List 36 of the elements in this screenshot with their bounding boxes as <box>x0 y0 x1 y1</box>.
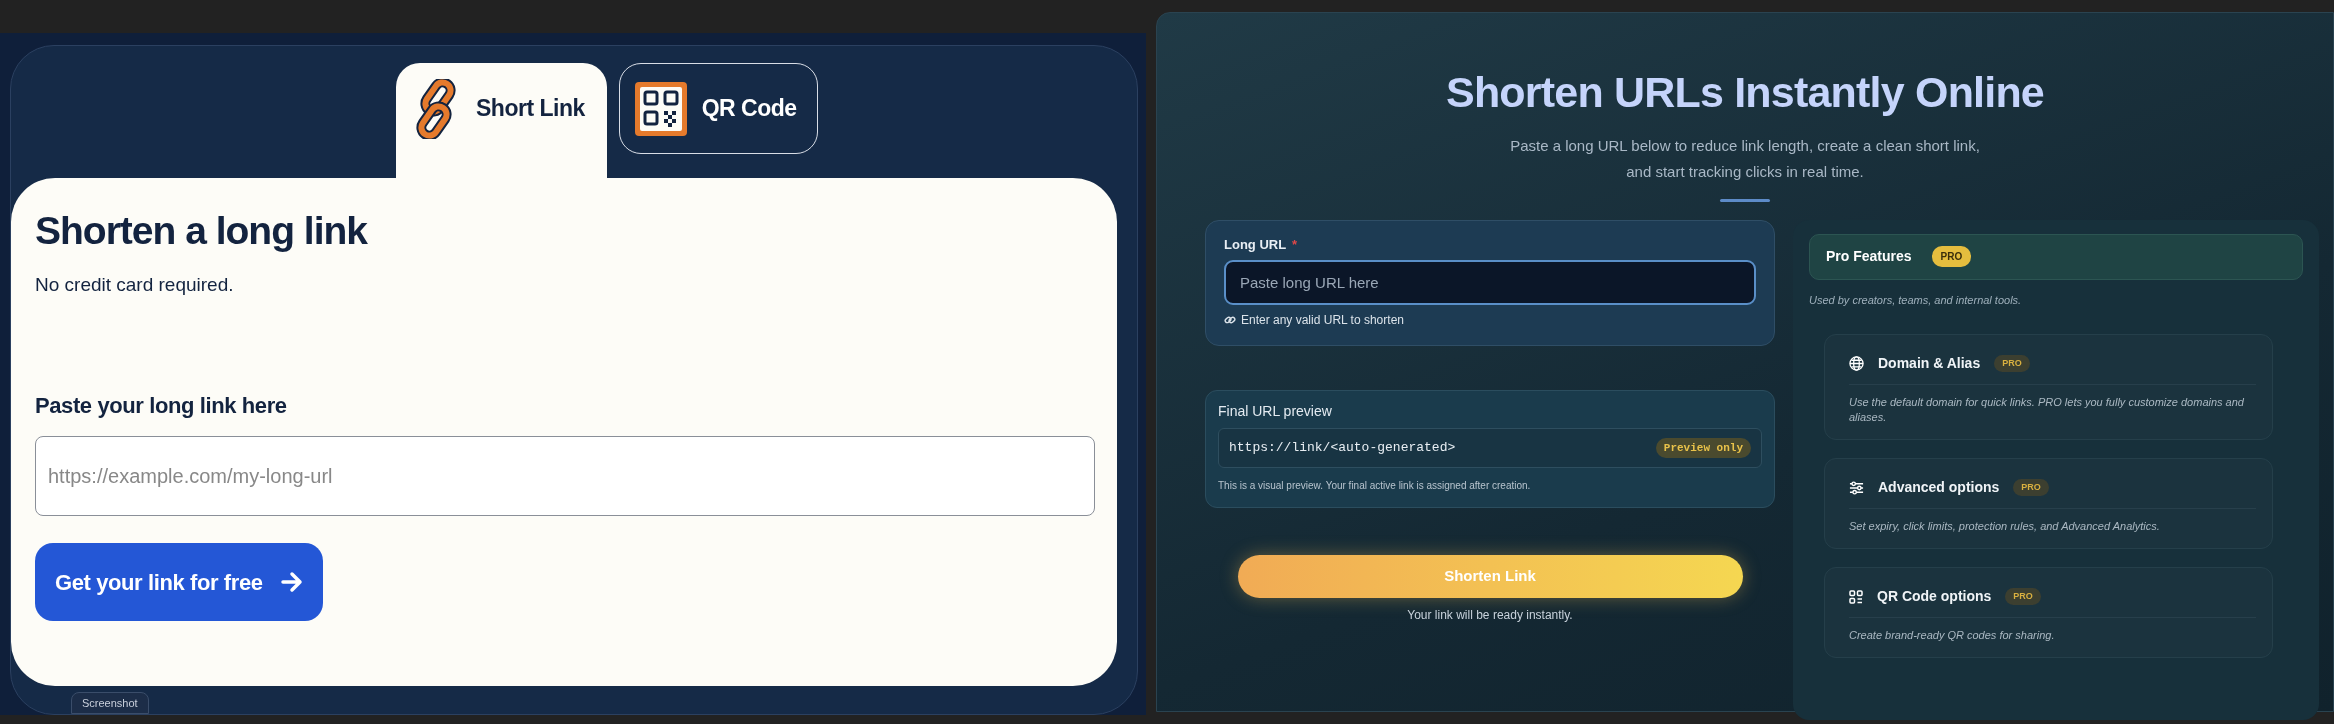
qr-code-icon <box>1849 589 1863 604</box>
field-label: Long URL * <box>1224 235 1299 254</box>
globe-icon <box>1849 356 1864 372</box>
submit-button[interactable]: Get your link for free <box>35 543 323 622</box>
preview-note: This is a visual preview. Your final active link is assigned after creation. <box>1218 479 1532 494</box>
caption: Your link will be ready instantly. <box>1406 607 1574 625</box>
pro-badge: PRO <box>1994 354 2030 373</box>
arrow-right-icon <box>280 571 303 594</box>
accent-line <box>1720 198 1770 202</box>
feature-description: Create brand-ready QR codes for sharing. <box>1849 628 2056 644</box>
preview-url: https://link/<auto-generated> <box>1229 439 1456 458</box>
qr-code-icon <box>633 80 688 137</box>
pro-badge: PRO <box>2013 478 2049 497</box>
pro-subtitle: Used by creators, teams, and internal tools. <box>1809 292 2023 308</box>
url-input-field[interactable]: https://example.com/my-long-url <box>35 436 1095 517</box>
pro-badge: PRO <box>2005 587 2041 606</box>
feature-description: Set expiry, click limits, protection rules, and Advanced Analytics. <box>1849 519 2161 535</box>
tab[interactable]: QR Code <box>618 63 818 154</box>
sliders-icon <box>1849 480 1864 495</box>
heading: Shorten a long link <box>35 208 369 254</box>
hint-text: Enter any valid URL to shorten <box>1241 312 1404 330</box>
screenshot-label: Screenshot <box>71 691 149 714</box>
field-label: Paste your long link here <box>35 392 288 421</box>
pro-title: Pro Features <box>1826 247 1912 267</box>
feature-description: Use the default domain for quick links. PRO lets you fully customize domains and aliases. <box>1849 395 2245 426</box>
feature-title: Advanced options <box>1878 478 2000 498</box>
subtitle: Paste a long URL below to reduce link length, create a clean short link, and start tracking clicks in real time. <box>1509 135 1981 182</box>
url-input-field[interactable]: Paste long URL here <box>1224 260 1756 306</box>
page-title: Shorten URLs Instantly Online <box>1445 67 2045 118</box>
feature-title: QR Code options <box>1877 587 1992 607</box>
subheading: No credit card required. <box>35 272 235 297</box>
tab[interactable]: Short Link <box>396 63 607 178</box>
pro-badge: PRO <box>1931 246 1972 268</box>
feature-title: Domain & Alias <box>1878 354 1981 374</box>
preview-badge: Preview only <box>1655 437 1751 459</box>
preview-label: Final URL preview <box>1218 402 1333 422</box>
